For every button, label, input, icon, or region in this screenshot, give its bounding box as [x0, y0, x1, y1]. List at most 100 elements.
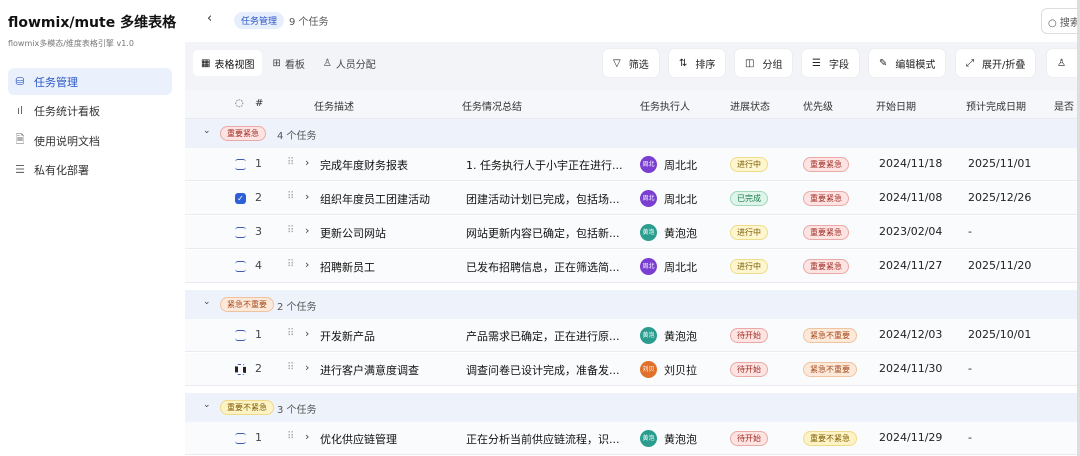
chevron-right-icon[interactable]: ›: [305, 156, 309, 169]
start-date[interactable]: 2024/11/29: [879, 431, 942, 444]
breadcrumb[interactable]: 任务管理: [234, 12, 285, 29]
end-date[interactable]: -: [968, 431, 972, 444]
status-badge[interactable]: 进行中: [730, 157, 768, 172]
people-button[interactable]: ♙: [1047, 49, 1080, 77]
drag-handle-icon[interactable]: ⠿: [287, 362, 294, 373]
priority-badge[interactable]: 紧急不重要: [803, 328, 857, 343]
chevron-right-icon[interactable]: ›: [305, 361, 309, 374]
row-checkbox[interactable]: [235, 364, 246, 375]
assignee-name[interactable]: 周北北: [664, 191, 697, 207]
status-badge[interactable]: 已完成: [730, 191, 768, 206]
column-header[interactable]: 是否: [1054, 98, 1074, 113]
assignee-name[interactable]: 刘贝拉: [664, 362, 697, 378]
status-badge[interactable]: 进行中: [730, 259, 768, 274]
start-date[interactable]: 2024/11/27: [879, 259, 942, 272]
column-header[interactable]: 任务情况总结: [462, 98, 522, 113]
task-description[interactable]: 更新公司网站: [320, 225, 386, 241]
expand-collapse-button[interactable]: ⤢ 展开/折叠: [956, 49, 1036, 77]
row-checkbox[interactable]: [235, 159, 246, 170]
task-summary[interactable]: 网站更新内容已确定，包括新...: [466, 225, 636, 241]
chevron-down-icon[interactable]: ⌄: [203, 400, 211, 410]
group-button[interactable]: ◫ 分组: [735, 49, 793, 77]
column-header[interactable]: 任务执行人: [640, 98, 690, 113]
end-date[interactable]: 2025/12/26: [968, 191, 1031, 204]
task-summary[interactable]: 团建活动计划已完成，包括场...: [466, 191, 636, 207]
chevron-right-icon[interactable]: ›: [305, 430, 309, 443]
end-date[interactable]: 2025/11/01: [968, 157, 1031, 170]
table-row[interactable]: 3 ⠿ › 更新公司网站 网站更新内容已确定，包括新... 黄泡 黄泡泡 进行中…: [185, 216, 1080, 249]
table-row[interactable]: 2 ⠿ › 进行客户满意度调查 调查问卷已设计完成，准备发... 刘贝 刘贝拉 …: [185, 353, 1080, 386]
tab-kanban[interactable]: ⊞ 看板: [264, 50, 312, 76]
group-header[interactable]: ⌄ 紧急不重要 2 个任务: [185, 290, 1080, 319]
chevron-right-icon[interactable]: ›: [305, 327, 309, 340]
drag-handle-icon[interactable]: ⠿: [287, 431, 294, 442]
task-summary[interactable]: 已发布招聘信息，正在筛选简...: [466, 259, 636, 275]
assignee-name[interactable]: 周北北: [664, 157, 697, 173]
priority-badge[interactable]: 重要紧急: [803, 191, 849, 206]
drag-handle-icon[interactable]: ⠿: [287, 259, 294, 270]
sidebar-item-deploy[interactable]: ☰ 私有化部署: [8, 156, 172, 183]
chevron-right-icon[interactable]: ›: [305, 190, 309, 203]
select-all-checkbox[interactable]: ◌: [235, 98, 244, 109]
sort-button[interactable]: ⇅ 排序: [669, 49, 726, 77]
assignee-name[interactable]: 周北北: [664, 259, 697, 275]
drag-handle-icon[interactable]: ⠿: [287, 225, 294, 236]
assignee-name[interactable]: 黄泡泡: [664, 431, 697, 447]
start-date[interactable]: 2024/11/08: [879, 191, 942, 204]
column-header[interactable]: 任务描述: [314, 98, 354, 113]
status-badge[interactable]: 待开始: [730, 431, 768, 446]
chevron-down-icon[interactable]: ⌄: [203, 297, 211, 307]
chevron-down-icon[interactable]: ⌄: [203, 126, 211, 136]
column-header[interactable]: 优先级: [803, 98, 833, 113]
tab-people[interactable]: ♙ 人员分配: [315, 50, 384, 76]
priority-badge[interactable]: 重要紧急: [803, 157, 849, 172]
start-date[interactable]: 2024/11/30: [879, 362, 942, 375]
column-header[interactable]: 预计完成日期: [966, 98, 1026, 113]
table-row[interactable]: 1 ⠿ › 完成年度财务报表 1. 任务执行人于小宇正在进行... 周北 周北北…: [185, 148, 1080, 181]
priority-badge[interactable]: 重要不紧急: [803, 431, 857, 446]
drag-handle-icon[interactable]: ⠿: [287, 191, 294, 202]
task-summary[interactable]: 产品需求已确定，正在进行原...: [466, 328, 636, 344]
status-badge[interactable]: 待开始: [730, 362, 768, 377]
end-date[interactable]: 2025/10/01: [968, 328, 1031, 341]
priority-badge[interactable]: 紧急不重要: [803, 362, 857, 377]
back-button[interactable]: ‹: [207, 11, 212, 26]
sidebar-item-docs[interactable]: 🗎 使用说明文档: [8, 127, 172, 154]
edit-mode-button[interactable]: ✎ 编辑模式: [869, 49, 946, 77]
row-checkbox[interactable]: ✓: [235, 193, 246, 204]
group-header[interactable]: ⌄ 重要不紧急 3 个任务: [185, 393, 1080, 422]
column-header[interactable]: 开始日期: [876, 98, 916, 113]
table-row[interactable]: 1 ⠿ › 优化供应链管理 正在分析当前供应链流程，识... 黄泡 黄泡泡 待开…: [185, 422, 1080, 455]
drag-handle-icon[interactable]: ⠿: [287, 328, 294, 339]
task-description[interactable]: 开发新产品: [320, 328, 375, 344]
table-row[interactable]: ✓ 2 ⠿ › 组织年度员工团建活动 团建活动计划已完成，包括场... 周北 周…: [185, 182, 1080, 215]
task-description[interactable]: 进行客户满意度调查: [320, 362, 419, 378]
row-checkbox[interactable]: [235, 433, 246, 444]
end-date[interactable]: 2025/11/20: [968, 259, 1031, 272]
row-checkbox[interactable]: [235, 330, 246, 341]
row-checkbox[interactable]: [235, 227, 246, 238]
row-checkbox[interactable]: [235, 261, 246, 272]
fields-button[interactable]: ☰ 字段: [802, 49, 859, 77]
filter-button[interactable]: ▽ 筛选: [603, 49, 659, 77]
task-description[interactable]: 招聘新员工: [320, 259, 375, 275]
task-summary[interactable]: 调查问卷已设计完成，准备发...: [466, 362, 636, 378]
end-date[interactable]: -: [968, 362, 972, 375]
sidebar-item-stats[interactable]: ıl 任务统计看板: [8, 97, 172, 124]
chevron-right-icon[interactable]: ›: [305, 224, 309, 237]
table-row[interactable]: 4 ⠿ › 招聘新员工 已发布招聘信息，正在筛选简... 周北 周北北 进行中 …: [185, 250, 1080, 283]
end-date[interactable]: -: [968, 225, 972, 238]
status-badge[interactable]: 进行中: [730, 225, 768, 240]
group-header[interactable]: ⌄ 重要紧急 4 个任务: [185, 119, 1080, 148]
tab-table-view[interactable]: ▦ 表格视图: [193, 50, 263, 76]
assignee-name[interactable]: 黄泡泡: [664, 328, 697, 344]
task-description[interactable]: 优化供应链管理: [320, 431, 397, 447]
task-description[interactable]: 完成年度财务报表: [320, 157, 408, 173]
assignee-name[interactable]: 黄泡泡: [664, 225, 697, 241]
priority-badge[interactable]: 重要紧急: [803, 225, 849, 240]
task-summary[interactable]: 1. 任务执行人于小宇正在进行...: [466, 157, 636, 173]
sidebar-item-task-management[interactable]: ⛁ 任务管理: [8, 68, 172, 95]
table-row[interactable]: 1 ⠿ › 开发新产品 产品需求已确定，正在进行原... 黄泡 黄泡泡 待开始 …: [185, 319, 1080, 352]
chevron-right-icon[interactable]: ›: [305, 258, 309, 271]
search-input[interactable]: ○ 搜索: [1041, 8, 1080, 34]
